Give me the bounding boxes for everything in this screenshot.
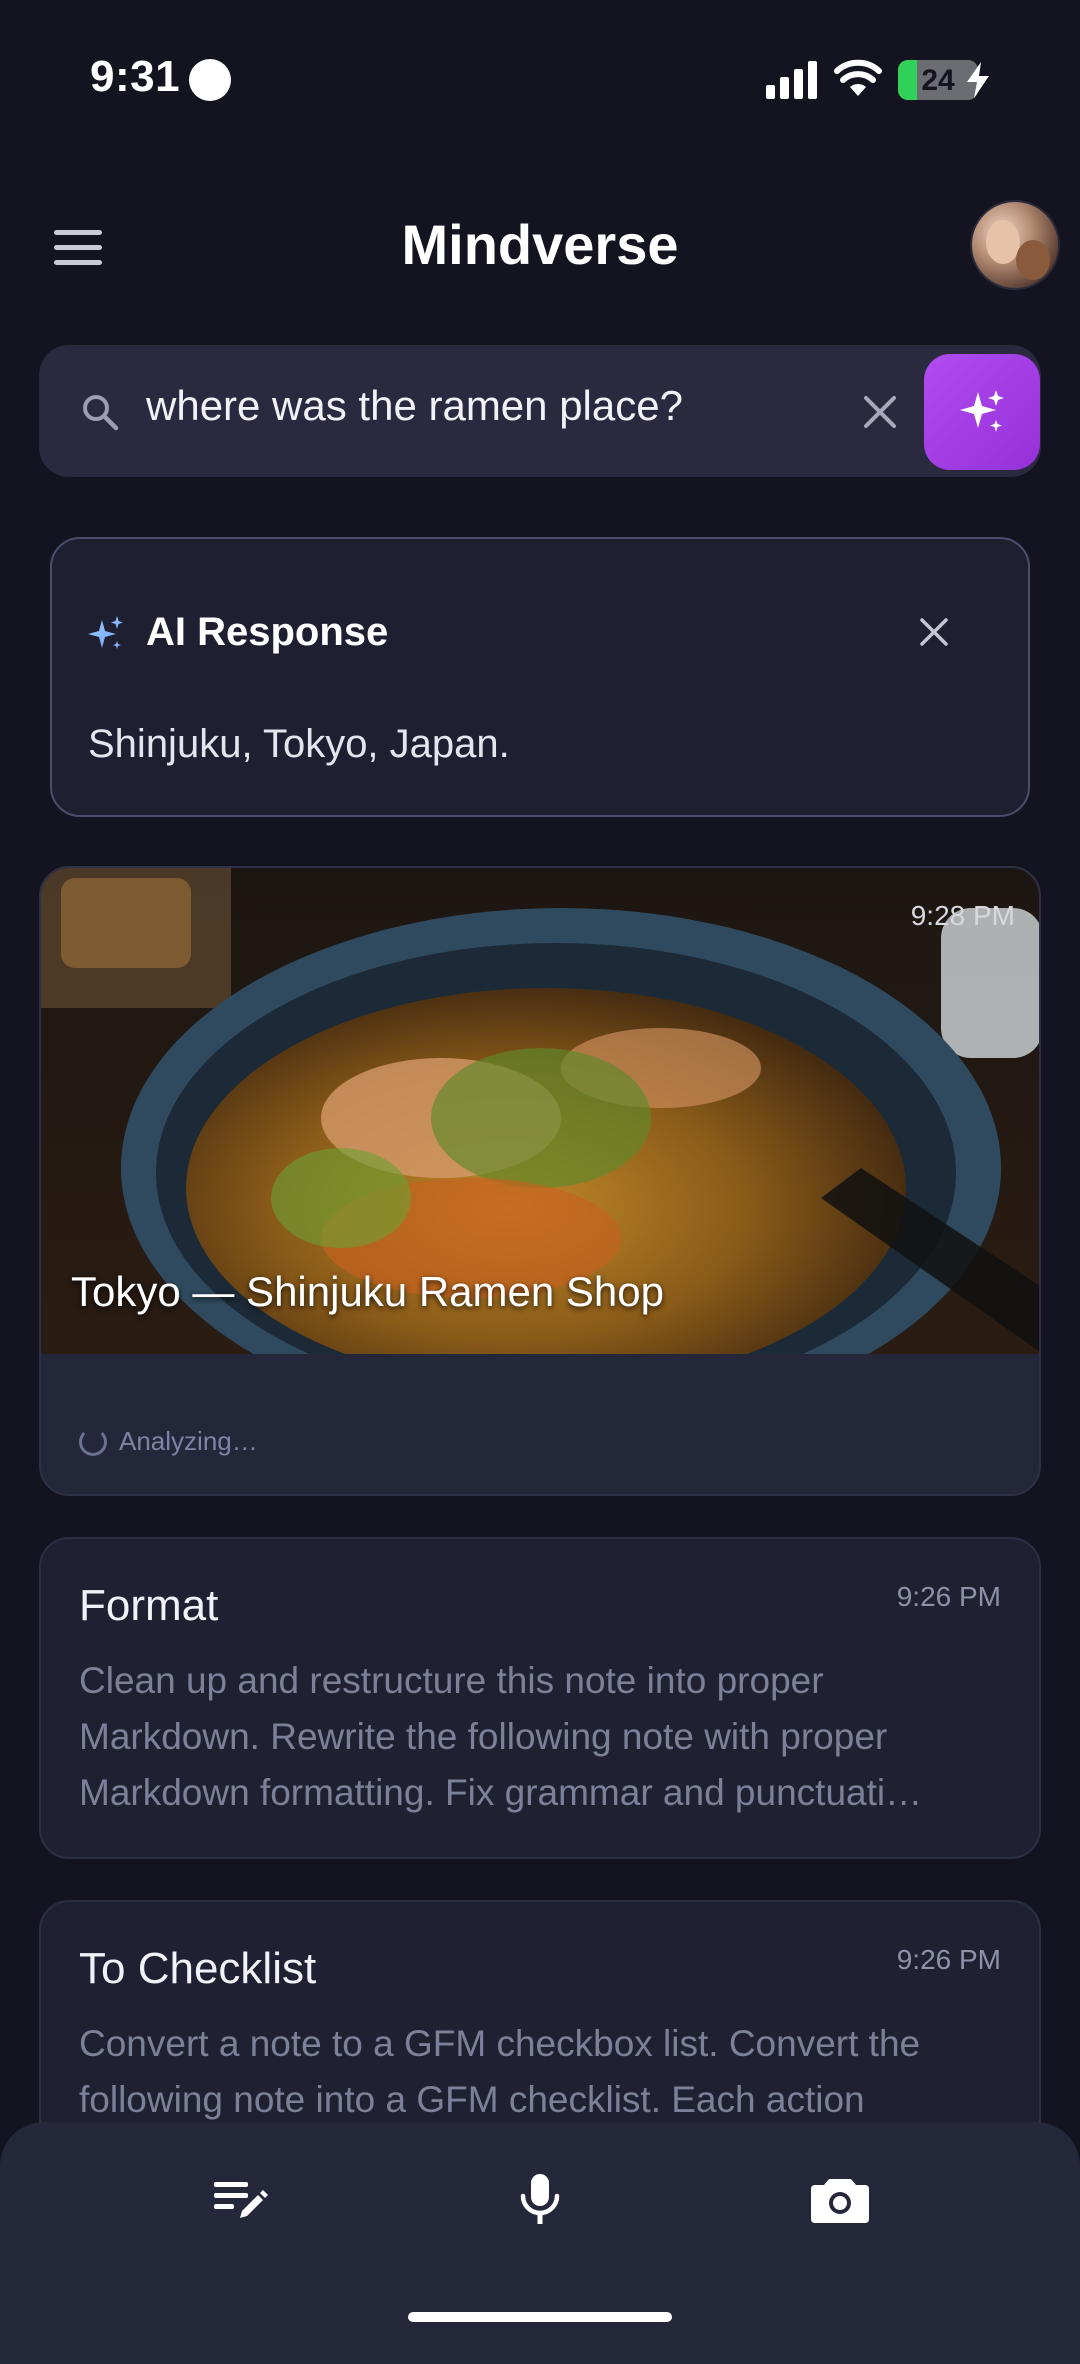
app-title: Mindverse xyxy=(401,213,679,276)
status-bar: 9:31 24 xyxy=(0,0,1080,160)
photo-timestamp: 9:28 PM xyxy=(910,900,1015,931)
new-text-note-button[interactable] xyxy=(208,2168,272,2232)
wifi-icon xyxy=(834,59,882,96)
ai-sparkle-icon xyxy=(88,616,123,649)
camera-note-button[interactable] xyxy=(808,2168,872,2232)
analyzing-status: Analyzing… xyxy=(79,1426,258,1457)
cellular-signal-icon xyxy=(766,61,820,99)
user-avatar[interactable] xyxy=(970,200,1060,290)
voice-note-button[interactable] xyxy=(508,2168,572,2232)
microphone-icon xyxy=(520,2174,560,2224)
clear-search-icon[interactable] xyxy=(862,394,898,430)
search-input[interactable] xyxy=(146,382,826,430)
note-timestamp: 9:26 PM xyxy=(896,1581,1001,1612)
ai-search-button[interactable] xyxy=(924,354,1040,470)
note-card[interactable]: Format 9:26 PM Clean up and restructure … xyxy=(39,1537,1041,1859)
ramen-photo: 9:28 PM Tokyo — Shinjuku Ramen Shop xyxy=(41,868,1039,1354)
ai-response-card xyxy=(50,537,1030,817)
search-icon xyxy=(83,395,119,431)
note-title: Format xyxy=(79,1581,219,1630)
sparkle-icon xyxy=(960,390,1004,432)
photo-caption: Tokyo — Shinjuku Ramen Shop xyxy=(71,1268,664,1315)
note-title: To Checklist xyxy=(79,1944,317,1993)
camera-icon xyxy=(811,2179,869,2223)
edit-note-icon xyxy=(214,2182,268,2218)
analyzing-text: Analyzing… xyxy=(119,1426,258,1456)
note-preview: Convert a note to a GFM checkbox list. C… xyxy=(79,2023,921,2120)
bottom-action-bar xyxy=(0,2122,1080,2364)
recording-dot-icon xyxy=(189,59,231,101)
status-time: 9:31 xyxy=(90,52,181,101)
photo-note-card[interactable]: 9:28 PM Tokyo — Shinjuku Ramen Shop Anal… xyxy=(39,866,1041,1496)
close-ai-response-icon[interactable] xyxy=(918,616,950,648)
ai-response-title: AI Response xyxy=(146,610,389,654)
home-indicator xyxy=(408,2312,672,2322)
note-preview: Clean up and restructure this note into … xyxy=(79,1660,923,1813)
loading-spinner-icon xyxy=(79,1427,107,1456)
note-timestamp: 9:26 PM xyxy=(896,1944,1001,1975)
ai-response-text: Shinjuku, Tokyo, Japan. xyxy=(88,722,510,766)
charging-bolt-icon xyxy=(967,62,989,98)
